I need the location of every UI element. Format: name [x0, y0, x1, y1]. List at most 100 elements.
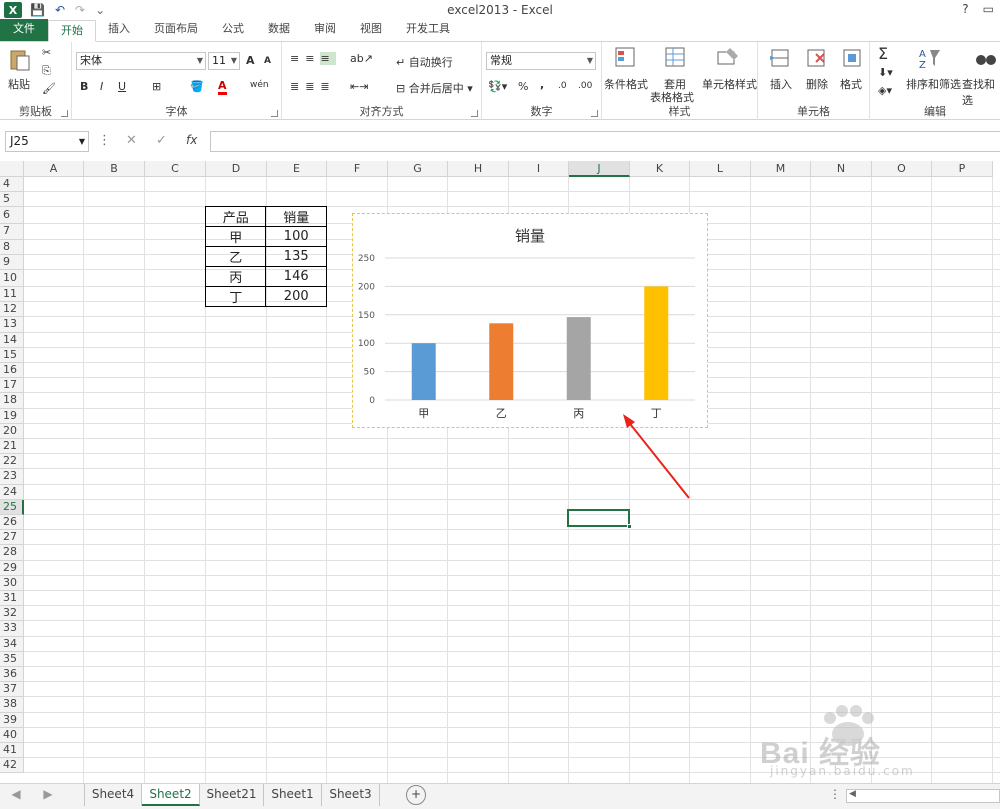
- chart-bar[interactable]: [644, 286, 669, 400]
- merge-center-button[interactable]: ⊟ 合并后居中 ▾: [396, 80, 473, 96]
- scroll-left-arrow-icon[interactable]: ◀: [849, 789, 856, 799]
- row-header-29[interactable]: 29: [0, 560, 24, 576]
- number-launcher-icon[interactable]: [591, 110, 598, 117]
- vertical-align-icons[interactable]: ≡≡≡: [290, 52, 336, 65]
- row-header-28[interactable]: 28: [0, 545, 24, 561]
- insert-cells-icon[interactable]: [768, 46, 792, 70]
- copy-icon[interactable]: ⎘: [42, 64, 51, 78]
- decrease-decimal-button[interactable]: .00: [578, 81, 592, 91]
- row-header-12[interactable]: 12: [0, 302, 24, 318]
- fill-icon[interactable]: ⬇▾: [878, 66, 893, 79]
- row-header-42[interactable]: 42: [0, 758, 24, 774]
- phonetic-button[interactable]: wén: [250, 80, 269, 90]
- row-header-8[interactable]: 8: [0, 239, 24, 255]
- tab-file[interactable]: 文件: [0, 19, 48, 41]
- border-icon[interactable]: ⊞: [152, 80, 161, 93]
- row-header-21[interactable]: 21: [0, 439, 24, 455]
- confirm-entry-button[interactable]: ✓: [156, 133, 167, 148]
- column-header-a[interactable]: A: [24, 161, 84, 177]
- column-header-f[interactable]: F: [327, 161, 388, 177]
- row-header-20[interactable]: 20: [0, 423, 24, 439]
- row-header-10[interactable]: 10: [0, 270, 24, 287]
- row-header-14[interactable]: 14: [0, 332, 24, 348]
- sort-filter-button[interactable]: 排序和筛选: [906, 76, 961, 92]
- column-header-j[interactable]: J: [569, 161, 630, 177]
- font-color-button[interactable]: A: [218, 79, 227, 95]
- sheet-tab[interactable]: Sheet4: [84, 784, 142, 806]
- comma-button[interactable]: ,: [540, 78, 544, 91]
- column-header-k[interactable]: K: [630, 161, 690, 177]
- alignment-launcher-icon[interactable]: [471, 110, 478, 117]
- formula-input[interactable]: [210, 131, 1000, 152]
- undo-icon[interactable]: ↶: [55, 3, 65, 17]
- table-cell[interactable]: 135: [265, 246, 327, 267]
- italic-button[interactable]: I: [100, 80, 103, 93]
- tab-view[interactable]: 视图: [348, 19, 394, 41]
- column-header-n[interactable]: N: [811, 161, 872, 177]
- wrap-text-button[interactable]: ↵ 自动换行: [396, 54, 453, 70]
- ribbon-display-icon[interactable]: ▭: [983, 2, 994, 16]
- row-header-6[interactable]: 6: [0, 207, 24, 225]
- sheet-tab[interactable]: Sheet21: [200, 784, 264, 806]
- sheet-tab[interactable]: Sheet1: [264, 784, 322, 806]
- column-header-h[interactable]: H: [448, 161, 509, 177]
- selected-cell[interactable]: [567, 509, 632, 529]
- row-header-32[interactable]: 32: [0, 606, 24, 622]
- tab-developer[interactable]: 开发工具: [394, 19, 462, 41]
- scroll-left-icon[interactable]: ◀: [6, 784, 26, 806]
- row-header-38[interactable]: 38: [0, 697, 24, 713]
- row-header-24[interactable]: 24: [0, 484, 24, 500]
- font-name-select[interactable]: 宋体 ▼: [76, 52, 206, 70]
- grow-font-button[interactable]: A: [246, 54, 255, 67]
- column-header-e[interactable]: E: [267, 161, 327, 177]
- chart-bar[interactable]: [489, 323, 514, 400]
- sort-filter-icon[interactable]: AZ: [918, 46, 942, 70]
- cell-styles-icon[interactable]: [716, 46, 740, 70]
- row-header-13[interactable]: 13: [0, 317, 24, 333]
- bold-button[interactable]: B: [80, 80, 88, 93]
- row-header-33[interactable]: 33: [0, 621, 24, 637]
- fill-color-icon[interactable]: 🪣: [190, 80, 204, 93]
- select-all-corner[interactable]: [0, 161, 24, 177]
- column-header-o[interactable]: O: [872, 161, 932, 177]
- row-header-30[interactable]: 30: [0, 575, 24, 591]
- chart-bar[interactable]: [411, 343, 436, 400]
- currency-icon[interactable]: 💱▾: [488, 80, 507, 93]
- table-cell[interactable]: 丙: [204, 266, 267, 287]
- save-icon[interactable]: 💾: [30, 3, 45, 17]
- row-header-27[interactable]: 27: [0, 530, 24, 546]
- row-header-4[interactable]: 4: [0, 177, 24, 193]
- table-cell[interactable]: 丁: [204, 286, 267, 307]
- find-select-icon[interactable]: [974, 46, 998, 70]
- shrink-font-button[interactable]: A: [264, 56, 271, 66]
- add-sheet-button[interactable]: +: [406, 785, 426, 805]
- clear-icon[interactable]: ◈▾: [878, 84, 892, 97]
- row-header-15[interactable]: 15: [0, 347, 24, 363]
- tab-formulas[interactable]: 公式: [210, 19, 256, 41]
- horizontal-align-icons[interactable]: ≣≣≣: [290, 80, 336, 93]
- redo-icon[interactable]: ↷: [75, 3, 85, 17]
- row-header-22[interactable]: 22: [0, 454, 24, 470]
- insert-button[interactable]: 插入: [770, 76, 792, 92]
- column-header-i[interactable]: I: [509, 161, 569, 177]
- conditional-format-icon[interactable]: [614, 46, 638, 70]
- scroll-right-icon[interactable]: ▶: [38, 784, 58, 806]
- row-header-9[interactable]: 9: [0, 254, 24, 270]
- insert-function-button[interactable]: fx: [186, 133, 197, 147]
- column-header-c[interactable]: C: [145, 161, 206, 177]
- help-button[interactable]: ?: [962, 2, 968, 16]
- table-cell[interactable]: 乙: [204, 246, 267, 267]
- cancel-entry-button[interactable]: ✕: [126, 133, 137, 148]
- orientation-icon[interactable]: ab↗: [350, 52, 373, 65]
- column-header-p[interactable]: P: [932, 161, 993, 177]
- format-cells-icon[interactable]: [840, 46, 864, 70]
- row-header-41[interactable]: 41: [0, 743, 24, 759]
- increase-decimal-button[interactable]: .0: [558, 81, 567, 91]
- row-header-31[interactable]: 31: [0, 591, 24, 607]
- row-header-16[interactable]: 16: [0, 363, 24, 379]
- row-header-5[interactable]: 5: [0, 192, 24, 208]
- row-header-19[interactable]: 19: [0, 408, 24, 424]
- tab-data[interactable]: 数据: [256, 19, 302, 41]
- row-header-11[interactable]: 11: [0, 287, 24, 303]
- column-header-l[interactable]: L: [690, 161, 751, 177]
